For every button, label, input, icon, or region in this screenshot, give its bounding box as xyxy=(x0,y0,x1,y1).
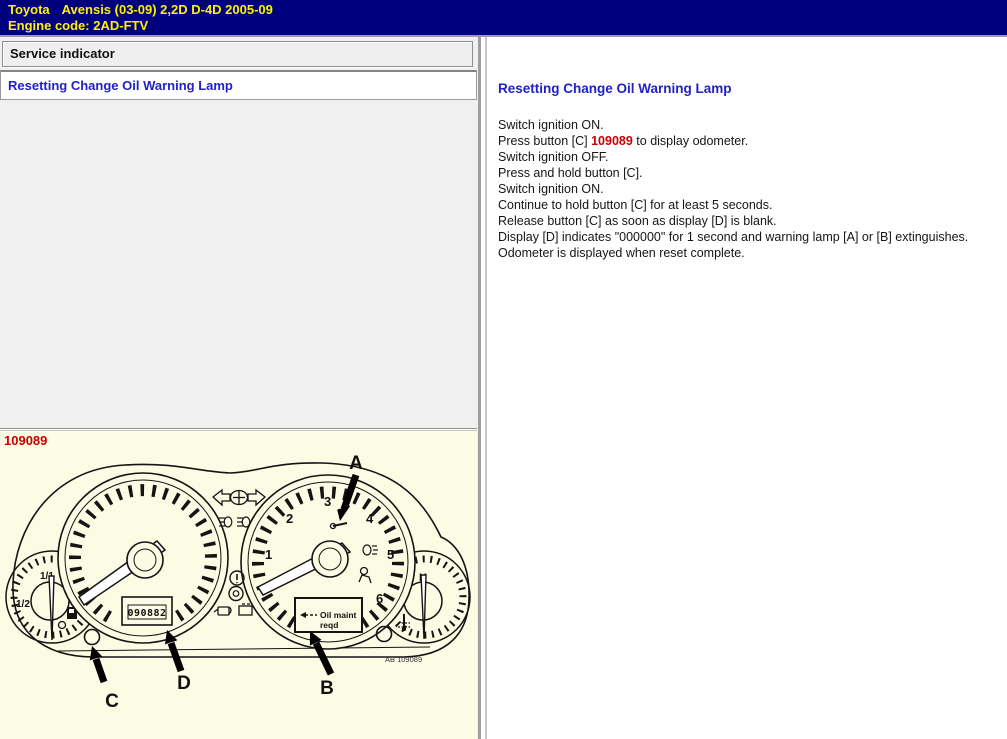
section-header-service-indicator: Service indicator xyxy=(2,41,473,67)
oil-pressure-icon xyxy=(214,607,231,615)
svg-text:6: 6 xyxy=(376,591,383,606)
low-fuel-lamp xyxy=(59,622,66,629)
turn-signal-right-icon xyxy=(248,490,265,505)
callout-label-c: C xyxy=(105,691,119,712)
callout-label-b: B xyxy=(320,678,334,699)
topic-row[interactable]: Resetting Change Oil Warning Lamp xyxy=(0,70,477,100)
step-line: Continue to hold button [C] for at least… xyxy=(498,197,997,213)
temp-needle xyxy=(421,575,426,639)
reset-button-c xyxy=(85,630,100,645)
vehicle-title-line: Toyota Avensis (03-09) 2,2D D-4D 2005-09 xyxy=(8,2,1007,18)
coolant-temp-icon xyxy=(398,614,410,631)
svg-text:2: 2 xyxy=(286,511,293,526)
battery-icon xyxy=(239,604,252,615)
content-heading: Resetting Change Oil Warning Lamp xyxy=(498,82,997,96)
step-line: Switch ignition OFF. xyxy=(498,149,997,165)
step-line: Switch ignition ON. xyxy=(498,117,997,133)
topics-panel: Service indicator Resetting Change Oil W… xyxy=(0,37,478,739)
callout-label-d: D xyxy=(177,673,191,694)
figure-panel: 109089 1/1 1/2 xyxy=(0,428,477,739)
callout-label-a: A xyxy=(349,453,363,474)
oil-maint-text-1: Oil maint xyxy=(320,610,357,620)
fuel-half-label: 1/2 xyxy=(16,599,30,610)
step-line: Switch ignition ON. xyxy=(498,181,997,197)
step-line: Odometer is displayed when reset complet… xyxy=(498,245,997,261)
procedure-steps: Switch ignition ON. Press button [C] 109… xyxy=(498,117,997,261)
turn-signal-left-icon xyxy=(213,490,230,505)
high-beam-icon xyxy=(231,491,248,505)
step-line: Press and hold button [C]. xyxy=(498,165,997,181)
callout-arrow-d: D xyxy=(165,630,191,694)
headlight-icon-left xyxy=(219,517,232,527)
instrument-cluster-illustration: 1/1 1/2 H xyxy=(0,431,477,739)
svg-text:1: 1 xyxy=(265,547,272,562)
svg-text:3: 3 xyxy=(324,494,331,509)
odometer-value: 090882 xyxy=(127,608,166,619)
step-line: Display [D] indicates "000000" for 1 sec… xyxy=(498,229,997,245)
figure-ref-link[interactable]: 109089 xyxy=(591,134,633,148)
vehicle-model: Avensis (03-09) 2,2D D-4D 2005-09 xyxy=(62,2,273,17)
engine-code-line: Engine code: 2AD-FTV xyxy=(8,18,1007,34)
svg-text:5: 5 xyxy=(387,547,394,562)
oil-maint-display: Oil maint reqd xyxy=(295,598,362,632)
svg-text:4: 4 xyxy=(366,511,374,526)
figure-credit: AB 109089 xyxy=(385,655,422,664)
vehicle-title-bar: ToyotaAvensis (03-09) 2,2D D-4D 2005-09 … xyxy=(0,0,1007,35)
content-panel: Resetting Change Oil Warning Lamp Switch… xyxy=(491,37,1007,739)
oil-maint-text-2: reqd xyxy=(320,620,338,630)
fuel-needle xyxy=(49,576,54,640)
cluster-inner-bottom-line xyxy=(58,647,430,651)
vehicle-make: Toyota xyxy=(8,2,50,17)
topic-link-reset-oil-lamp[interactable]: Resetting Change Oil Warning Lamp xyxy=(8,78,233,93)
step-line: Release button [C] as soon as display [D… xyxy=(498,213,997,229)
panel-splitter[interactable] xyxy=(478,37,491,739)
callout-arrow-c: C xyxy=(90,646,119,712)
step-line-with-ref: Press button [C] 109089 to display odome… xyxy=(498,133,997,149)
brake-warning-icon xyxy=(229,587,243,601)
odometer-display: 090882 xyxy=(122,597,172,625)
headlight-icon-right xyxy=(237,517,250,527)
application-window: ToyotaAvensis (03-09) 2,2D D-4D 2005-09 … xyxy=(0,0,1007,739)
